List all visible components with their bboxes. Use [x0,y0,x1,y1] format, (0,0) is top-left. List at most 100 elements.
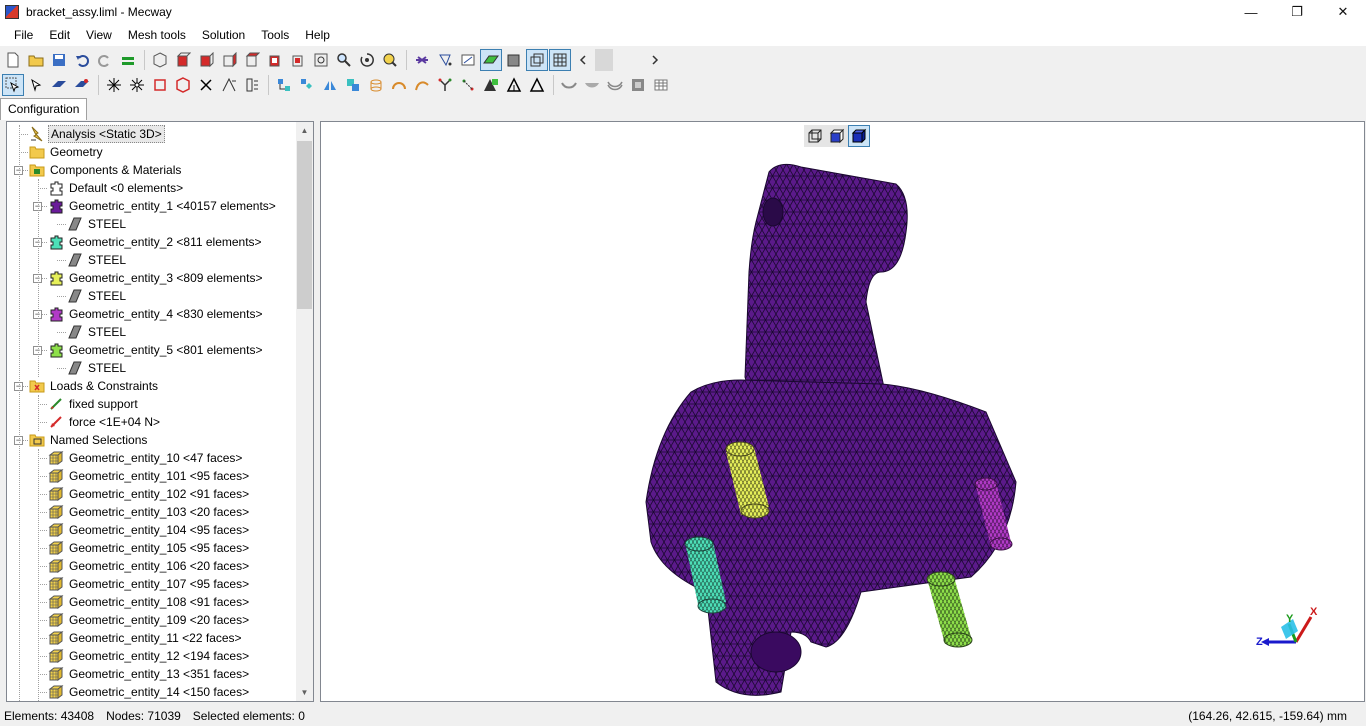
menu-file[interactable]: File [6,25,41,45]
sweep-button[interactable] [388,74,410,96]
menu-help[interactable]: Help [297,25,338,45]
redo-button[interactable] [94,49,116,71]
select-elements-button[interactable] [71,74,93,96]
menu-tools[interactable]: Tools [253,25,297,45]
solve-button[interactable] [117,49,139,71]
tree-item[interactable]: Geometric_entity_13 <351 faces> [48,665,251,683]
zoom-window-button[interactable] [379,49,401,71]
tree-item[interactable]: Geometric_entity_11 <22 faces> [48,629,244,647]
view-right-button[interactable] [241,49,263,71]
toolbar-scroll-thumb[interactable] [595,49,613,71]
zoom-fit-button[interactable] [310,49,332,71]
shell-button[interactable] [581,74,603,96]
scroll-right-button[interactable] [644,49,666,71]
mirror-button[interactable] [319,74,341,96]
tree-item[interactable]: Geometric_entity_2 <811 elements> [48,233,264,251]
refine-button[interactable] [480,74,502,96]
revolve-button[interactable] [365,74,387,96]
tree-item[interactable]: force <1E+04 N> [48,413,162,431]
hide-button[interactable] [411,49,433,71]
section-view-button[interactable] [434,49,456,71]
thicken-button[interactable] [604,74,626,96]
draw-element-button[interactable] [149,74,171,96]
wire-mode-button[interactable] [526,49,548,71]
draw-solid-button[interactable] [172,74,194,96]
tree-item[interactable]: Geometric_entity_109 <20 faces> [48,611,251,629]
bend-button[interactable] [411,74,433,96]
menu-view[interactable]: View [78,25,120,45]
tree-item[interactable]: Geometric_entity_104 <95 faces> [48,521,251,539]
tree-item[interactable]: Geometric_entity_5 <801 elements> [48,341,264,359]
tree-item[interactable]: Geometric_entity_102 <91 faces> [48,485,251,503]
tree-item[interactable]: Geometric_entity_107 <95 faces> [48,575,251,593]
menu-edit[interactable]: Edit [41,25,78,45]
table-button[interactable] [650,74,672,96]
tet-button[interactable] [526,74,548,96]
select-faces-button[interactable] [48,74,70,96]
tree-item[interactable]: Geometric_entity_12 <194 faces> [48,647,251,665]
view-iso-button[interactable] [149,49,171,71]
tree-item[interactable]: Analysis <Static 3D> [29,125,165,143]
move-button[interactable] [296,74,318,96]
scroll-down-icon[interactable]: ▼ [296,684,313,701]
scroll-thumb[interactable] [297,141,312,309]
save-button[interactable] [48,49,70,71]
bracket-mesh-model[interactable]: Z X Y [321,122,1364,701]
split-button[interactable] [434,74,456,96]
tree-item[interactable]: Geometric_entity_101 <95 faces> [48,467,251,485]
explode-button[interactable] [103,74,125,96]
tree-item[interactable]: Geometric_entity_106 <20 faces> [48,557,251,575]
tree-item[interactable]: Named Selections [29,431,149,449]
tree-item[interactable]: Geometric_entity_14 <150 faces> [48,683,251,701]
new-file-button[interactable] [2,49,24,71]
view-left-button[interactable] [218,49,240,71]
tree-item[interactable]: Default <0 elements> [48,179,185,197]
scroll-left-button[interactable] [572,49,594,71]
tree-item[interactable]: Components & Materials [29,161,183,179]
view-options-button[interactable] [457,49,479,71]
tree-item[interactable]: Geometry [29,143,105,161]
connect-button[interactable] [457,74,479,96]
undo-button[interactable] [71,49,93,71]
tree-scrollbar[interactable]: ▲ ▼ [296,122,313,701]
tree-item[interactable]: Geometric_entity_10 <47 faces> [48,449,244,467]
rotate-button[interactable] [356,49,378,71]
view-top-button[interactable] [264,49,286,71]
solid-mode-button[interactable] [503,49,525,71]
scroll-up-icon[interactable]: ▲ [296,122,313,139]
pin-geometric-entity-5[interactable] [926,571,973,648]
tree-item[interactable]: STEEL [67,287,128,305]
view-back-button[interactable] [195,49,217,71]
view-front-button[interactable] [172,49,194,71]
minimize-button[interactable]: — [1228,0,1274,24]
tree-item[interactable]: STEEL [67,359,128,377]
tab-configuration[interactable]: Configuration [0,98,88,120]
renumber-button[interactable] [218,74,240,96]
tree-item[interactable]: Geometric_entity_103 <20 faces> [48,503,251,521]
shading-mode-button[interactable] [480,49,502,71]
tri-button[interactable] [503,74,525,96]
menu-mesh-tools[interactable]: Mesh tools [120,25,194,45]
node-tool-button[interactable] [273,74,295,96]
tree-item[interactable]: Geometric_entity_108 <91 faces> [48,593,251,611]
view-bottom-button[interactable] [287,49,309,71]
delete-button[interactable] [195,74,217,96]
zoom-button[interactable] [333,49,355,71]
open-file-button[interactable] [25,49,47,71]
select-button[interactable] [2,74,24,96]
tree-item[interactable]: STEEL [67,251,128,269]
select-nodes-button[interactable] [25,74,47,96]
maximize-button[interactable]: ❐ [1274,0,1320,24]
mesh-mode-button[interactable] [549,49,571,71]
tree-item[interactable]: Geometric_entity_4 <830 elements> [48,305,264,323]
smooth-button[interactable] [558,74,580,96]
menu-solution[interactable]: Solution [194,25,253,45]
tree-item[interactable]: Geometric_entity_3 <809 elements> [48,269,264,287]
extrude-button[interactable] [241,74,263,96]
merge-nodes-button[interactable] [126,74,148,96]
tree-item[interactable]: STEEL [67,323,128,341]
contact-button[interactable] [627,74,649,96]
tree-item[interactable]: Loads & Constraints [29,377,160,395]
copy-button[interactable] [342,74,364,96]
model-viewport[interactable]: Z X Y [320,121,1365,702]
